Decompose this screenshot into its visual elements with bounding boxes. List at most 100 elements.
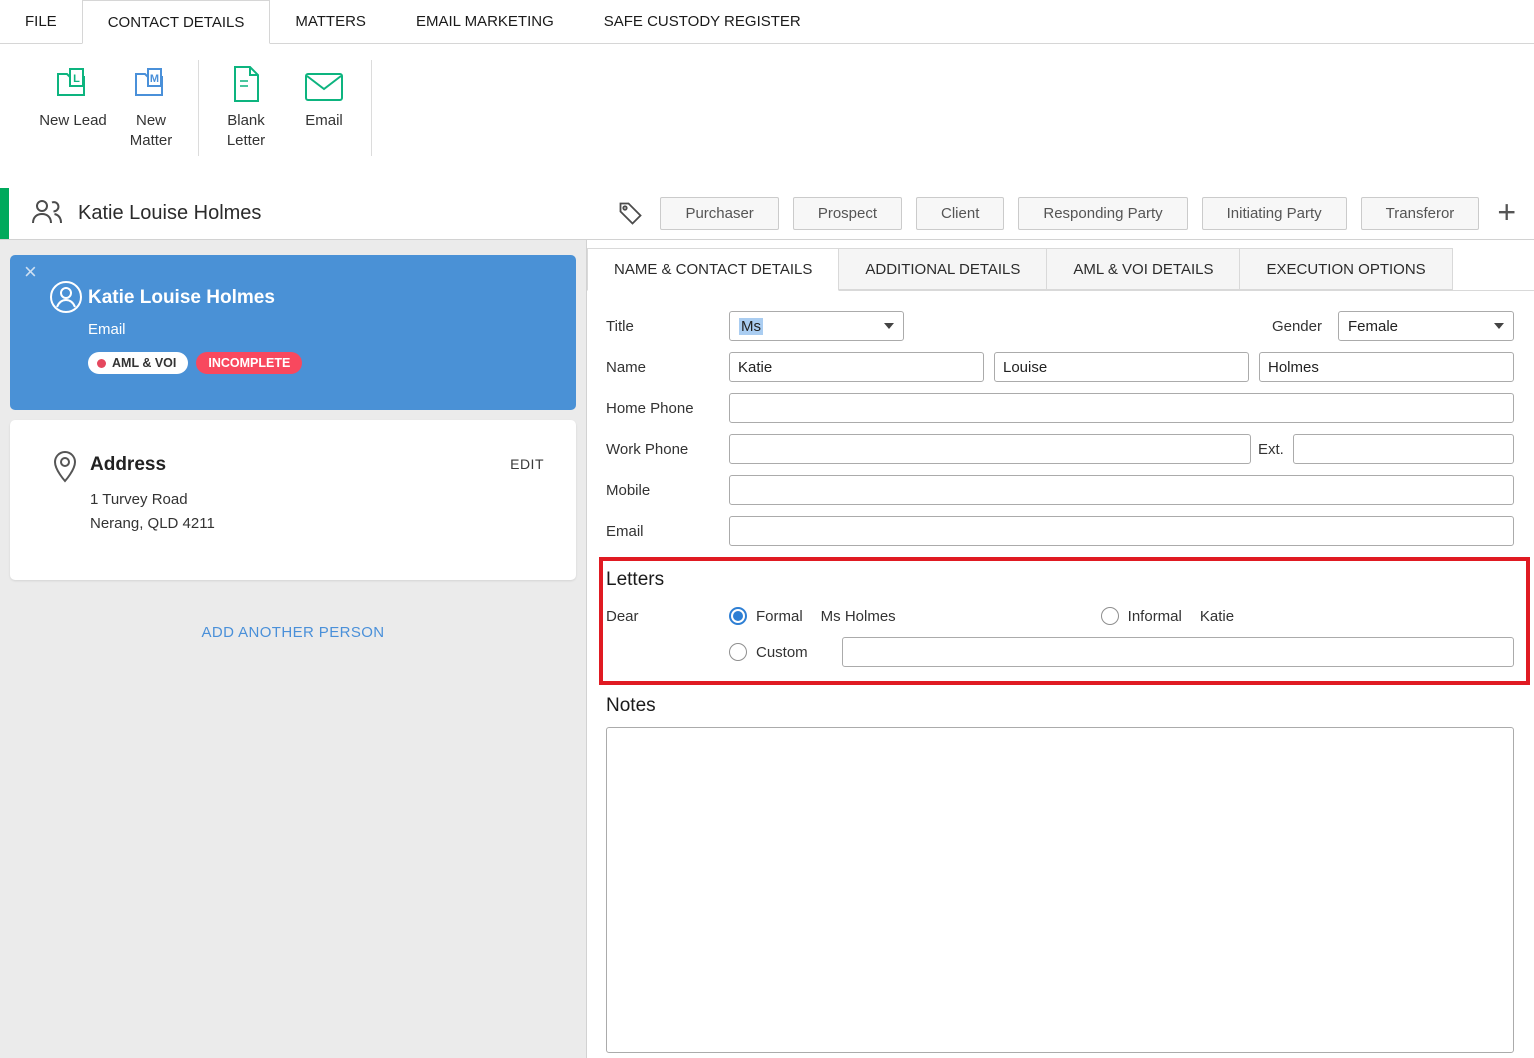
letters-heading: Letters [606,569,665,590]
ext-label: Ext. [1258,440,1284,458]
person-card-email-label: Email [88,321,126,338]
email-row: Email [606,516,1514,546]
new-lead-folder-icon: L [53,60,93,104]
aml-voi-badge-label: AML & VOI [112,356,177,370]
aml-voi-badge[interactable]: AML & VOI [88,352,189,374]
contact-header: Katie Louise Holmes Purchaser Prospect C… [0,188,1534,240]
middle-name-field[interactable] [994,352,1249,382]
contact-detail-panel: NAME & CONTACT DETAILS ADDITIONAL DETAIL… [587,240,1534,1058]
address-edit-link[interactable]: EDIT [510,456,544,472]
accent-green-bar [0,188,9,239]
person-card-badges: AML & VOI INCOMPLETE [88,352,576,374]
tab-contact-details[interactable]: CONTACT DETAILS [81,0,271,44]
home-phone-label: Home Phone [606,399,694,417]
informal-radio-label: Informal [1127,607,1182,625]
contact-title-name: Katie Louise Holmes [78,202,262,224]
first-name-field[interactable] [729,352,984,382]
custom-radio-label: Custom [756,643,808,661]
add-role-plus-icon[interactable]: + [1497,196,1516,228]
ribbon-toolbar: L New Lead M New Matter Blank Letter Ema… [0,44,1534,188]
svg-text:M: M [150,73,159,85]
informal-salutation-value: Katie [1199,607,1235,625]
work-phone-field[interactable] [729,434,1251,464]
email-button[interactable]: Email [285,60,363,131]
tab-safe-custody-register[interactable]: SAFE CUSTODY REGISTER [579,0,826,43]
address-line-1: 1 Turvey Road [90,491,188,508]
dear-label: Dear [606,608,639,625]
tab-matters[interactable]: MATTERS [270,0,391,43]
custom-salutation-field[interactable] [842,637,1514,667]
email-envelope-icon [303,60,345,104]
main-area: × Katie Louise Holmes Email AML & VOI IN… [0,240,1534,1058]
salutation-row-2: Custom [729,637,1514,667]
tab-execution-options[interactable]: EXECUTION OPTIONS [1240,248,1453,290]
ribbon-separator [371,60,372,156]
add-another-person-link[interactable]: ADD ANOTHER PERSON [10,624,576,641]
person-card[interactable]: × Katie Louise Holmes Email AML & VOI IN… [10,255,576,410]
email-label: Email [606,522,644,540]
new-lead-label: New Lead [39,112,107,129]
ribbon-separator [198,60,199,156]
svg-text:L: L [73,73,80,85]
title-dropdown[interactable]: Ms [729,311,904,341]
role-button-transferor[interactable]: Transferor [1360,197,1480,230]
work-phone-ext-field[interactable] [1292,434,1514,464]
role-button-responding-party[interactable]: Responding Party [1018,197,1188,230]
menu-tab-bar: FILE CONTACT DETAILS MATTERS EMAIL MARKE… [0,0,1534,44]
address-card: Address EDIT 1 Turvey Road Nerang, QLD 4… [10,420,576,580]
people-icon [30,198,64,230]
contact-form: Title Ms Gender Female Name Katie Louise… [587,291,1534,1058]
tab-aml-voi-details[interactable]: AML & VOI DETAILS [1047,248,1241,290]
contact-sidebar: × Katie Louise Holmes Email AML & VOI IN… [0,240,587,1058]
location-pin-icon [52,450,78,489]
home-phone-row: Home Phone [606,393,1514,423]
detail-tab-bar: NAME & CONTACT DETAILS ADDITIONAL DETAIL… [587,248,1534,291]
role-button-initiating-party[interactable]: Initiating Party [1201,197,1347,230]
home-phone-field[interactable] [729,393,1514,423]
chevron-down-icon [884,323,894,329]
status-dot-icon [97,358,106,368]
work-phone-label: Work Phone [606,440,689,458]
salutation-row-1: Formal Ms Holmes Informal Katie [729,601,1514,631]
email-field[interactable] [729,516,1514,546]
tab-email-marketing[interactable]: EMAIL MARKETING [391,0,579,43]
formal-radio-label: Formal [756,607,803,625]
name-label: Name [606,358,647,376]
notes-textarea[interactable] [606,727,1514,1053]
gender-label: Gender [1271,317,1322,335]
letters-section-annotation-box: Letters Dear Formal Ms Holmes Informal K… [599,557,1530,685]
name-row: Name [606,352,1514,382]
close-icon[interactable]: × [24,259,37,285]
last-name-field[interactable] [1259,352,1514,382]
mobile-label: Mobile [606,481,651,499]
formal-salutation-value: Ms Holmes [820,607,896,625]
title-value: Ms [739,317,763,335]
gender-dropdown[interactable]: Female [1338,311,1514,341]
notes-heading: Notes [606,695,656,716]
formal-radio[interactable] [729,607,747,625]
tab-additional-details[interactable]: ADDITIONAL DETAILS [839,248,1048,290]
mobile-field[interactable] [729,475,1514,505]
new-lead-button[interactable]: L New Lead [34,60,112,131]
role-button-client[interactable]: Client [916,197,1005,230]
chevron-down-icon [1494,323,1504,329]
person-card-name: Katie Louise Holmes [88,287,275,308]
title-label: Title [606,317,634,335]
new-matter-folder-icon: M [131,60,171,104]
role-button-purchaser[interactable]: Purchaser [660,197,779,230]
dear-row: Dear Formal Ms Holmes Informal Katie Cus… [606,601,1514,667]
address-card-title: Address [90,454,167,475]
informal-radio[interactable] [1100,607,1119,625]
address-line-2: Nerang, QLD 4211 [90,515,215,532]
tag-icon[interactable] [617,200,644,227]
gender-value: Female [1348,317,1399,335]
tab-name-contact-details[interactable]: NAME & CONTACT DETAILS [587,248,840,291]
role-button-prospect[interactable]: Prospect [792,197,903,230]
tab-file[interactable]: FILE [0,0,82,43]
mobile-row: Mobile [606,475,1514,505]
new-matter-button[interactable]: M New Matter [112,60,190,152]
blank-letter-button[interactable]: Blank Letter [207,60,285,152]
custom-radio[interactable] [729,643,747,661]
incomplete-badge[interactable]: INCOMPLETE [196,352,303,374]
title-row: Title Ms Gender Female [606,311,1514,341]
